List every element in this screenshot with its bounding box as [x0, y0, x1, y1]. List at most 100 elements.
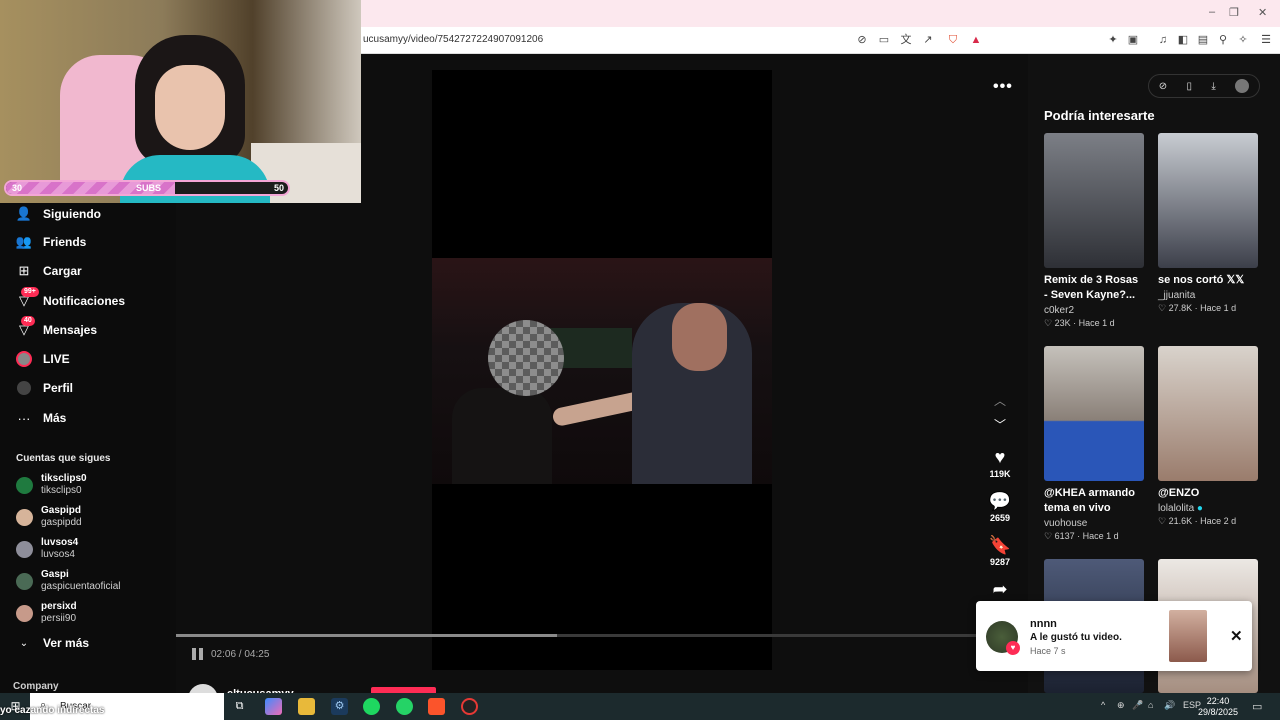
like-button[interactable]: ♥ 119K	[982, 447, 1018, 479]
wallet-icon[interactable]: ▤	[1196, 33, 1210, 47]
video-thumbnail[interactable]	[1158, 346, 1258, 481]
recommendation-card[interactable]: se nos cortó 𝕏𝕏 _jjuanita ♡ 27.8K · Hace…	[1158, 133, 1258, 314]
download-icon[interactable]: ⤓	[1211, 81, 1215, 92]
menu-icon[interactable]: ☰	[1259, 33, 1273, 47]
card-likes: 27.8K	[1168, 303, 1193, 313]
recommendation-card[interactable]: Remix de 3 Rosas - Seven Kayne?... c0ker…	[1044, 133, 1144, 329]
next-video-icon[interactable]: ﹀	[994, 416, 1006, 433]
comment-button[interactable]: 💬 2659	[982, 491, 1018, 523]
streamer-face	[155, 65, 225, 150]
following-account[interactable]: persixd persii90	[16, 599, 77, 627]
profile-avatar-icon[interactable]	[1235, 79, 1250, 93]
browser-title-bar: – ❐ ✕	[361, 0, 1280, 27]
cast-icon[interactable]: ⊘	[855, 33, 869, 47]
autoplay-icon[interactable]: ⊘	[1159, 81, 1167, 92]
following-account[interactable]: luvsos4 luvsos4	[16, 535, 78, 563]
account-name: Gaspi	[41, 569, 69, 580]
card-user[interactable]: _jjuanita	[1158, 290, 1258, 301]
close-window-button[interactable]: ✕	[1258, 6, 1267, 19]
obs-icon[interactable]	[461, 698, 478, 715]
notification-thumbnail[interactable]	[1169, 610, 1207, 662]
video-scrubber[interactable]	[176, 634, 976, 637]
wifi-icon[interactable]: ⌂	[1148, 700, 1153, 710]
player-toolbar: ⊘ ▯ ⤓	[1148, 74, 1260, 98]
like-notification-toast[interactable]: ♥ nnnn A le gustó tu video. Hace 7 s ✕	[976, 601, 1252, 671]
sidebar-toggle-icon[interactable]: ◧	[1176, 33, 1190, 47]
share-button[interactable]: ➦	[982, 579, 1018, 599]
steam-icon[interactable]: ⚙	[331, 698, 348, 715]
network-app-icon[interactable]: ⊕	[1117, 700, 1125, 711]
avatar	[16, 476, 33, 494]
file-explorer-icon[interactable]	[298, 698, 315, 715]
vpn-icon[interactable]: ⚲	[1216, 33, 1230, 47]
microphone-icon[interactable]: 🎤	[1132, 700, 1143, 711]
sidebar-item-friends[interactable]: 👥 Friends	[16, 231, 86, 253]
sub-goal-label: SUBS	[136, 183, 162, 193]
avatar	[16, 508, 33, 526]
copilot-icon[interactable]	[265, 698, 282, 715]
following-account[interactable]: Gaspipd gaspipdd	[16, 503, 82, 531]
pause-icon[interactable]	[192, 648, 203, 660]
sidebar-item-siguiendo[interactable]: 👤 Siguiendo	[16, 203, 101, 225]
sidebar-item-perfil[interactable]: Perfil	[16, 377, 73, 399]
notification-time: Hace 7 s	[1030, 646, 1066, 656]
verified-icon: ●	[1196, 503, 1203, 514]
leo-icon[interactable]: ✧	[1236, 33, 1250, 47]
video-frame[interactable]	[432, 258, 772, 484]
sidebar-item-notificaciones[interactable]: ▽ 99+ Notificaciones	[16, 287, 125, 312]
brave-shield-icon[interactable]: ⛉	[946, 33, 960, 47]
extensions-icon[interactable]: ✦	[1106, 33, 1120, 47]
following-account[interactable]: tiksclips0 tiksclips0	[16, 471, 87, 499]
whatsapp-icon[interactable]	[396, 698, 413, 715]
screen: – ❐ ✕ ucusamyy/video/7542727224907091206…	[0, 0, 1280, 720]
brave-browser-icon[interactable]	[428, 698, 445, 715]
rewards-icon[interactable]: ▲	[969, 33, 983, 47]
task-view-icon[interactable]: ⧉	[231, 698, 248, 715]
previous-video-icon[interactable]: ︿	[994, 392, 1006, 409]
following-section-title: Cuentas que sigues	[16, 453, 111, 464]
sidebar-item-live[interactable]: LIVE	[16, 348, 70, 370]
save-button[interactable]: 🔖 9287	[982, 535, 1018, 567]
notification-center-icon[interactable]: ▭	[1252, 700, 1262, 713]
following-account[interactable]: Gaspi gaspicuentaoficial	[16, 567, 121, 595]
see-more-button[interactable]: ⌄ Ver más	[16, 632, 89, 654]
screen-icon[interactable]: ▭	[877, 33, 891, 47]
heart-outline-icon: ♡	[1158, 516, 1169, 526]
url-text[interactable]: ucusamyy/video/7542727224907091206	[363, 34, 543, 45]
save-count: 9287	[989, 557, 1011, 567]
recommendation-card[interactable]: @ENZO lolalolita ● ♡ 21.6K · Hace 2 d	[1158, 346, 1258, 527]
video-thumbnail[interactable]	[1158, 133, 1258, 268]
sidebar-item-cargar[interactable]: ⊞ Cargar	[16, 260, 82, 282]
card-title: @ENZO	[1158, 487, 1200, 499]
card-user[interactable]: vuohouse	[1044, 518, 1144, 529]
minimize-button[interactable]: –	[1209, 6, 1215, 18]
video-thumbnail[interactable]	[1044, 346, 1144, 481]
recommendation-card[interactable]: @KHEA armando tema en vivo vuohouse ♡ 61…	[1044, 346, 1144, 542]
following-icon: 👤	[15, 206, 33, 221]
video-thumbnail[interactable]	[1044, 133, 1144, 268]
recommendations-panel: ⊘ ▯ ⤓ Podría interesarte Remix de 3 Rosa…	[1028, 54, 1280, 693]
company-link[interactable]: Company	[13, 681, 59, 692]
close-icon[interactable]: ✕	[1230, 627, 1243, 645]
share-icon[interactable]: ↗	[921, 33, 935, 47]
time-display: 02:06 / 04:25	[211, 649, 270, 660]
volume-icon[interactable]: 🔊	[1164, 700, 1175, 711]
card-stats: ♡ 21.6K · Hace 2 d	[1158, 516, 1237, 526]
sidebar-item-mensajes[interactable]: ▽ 40 Mensajes	[16, 316, 97, 341]
card-user[interactable]: c0ker2	[1044, 305, 1144, 316]
reader-icon[interactable]: ▣	[1126, 33, 1140, 47]
card-user-name: lolalolita	[1158, 503, 1195, 514]
card-user[interactable]: lolalolita ●	[1158, 503, 1258, 514]
card-age: Hace 1 d	[1200, 303, 1237, 313]
address-bar[interactable]: ucusamyy/video/7542727224907091206 ⊘ ▭ 文…	[361, 27, 1280, 54]
tray-chevron-icon[interactable]: ^	[1101, 700, 1105, 710]
translate-icon[interactable]: 文	[899, 33, 913, 47]
device-icon[interactable]: ▯	[1187, 81, 1193, 92]
more-options-button[interactable]: •••	[993, 78, 1013, 96]
system-clock[interactable]: 22:40 29/8/2025	[1198, 696, 1238, 718]
maximize-button[interactable]: ❐	[1229, 6, 1239, 19]
media-icon[interactable]: ♫	[1156, 33, 1170, 47]
spotify-icon[interactable]	[363, 698, 380, 715]
sub-goal-bar: 30 SUBS 50	[4, 180, 290, 196]
sidebar-item-mas[interactable]: ··· Más	[16, 407, 67, 429]
